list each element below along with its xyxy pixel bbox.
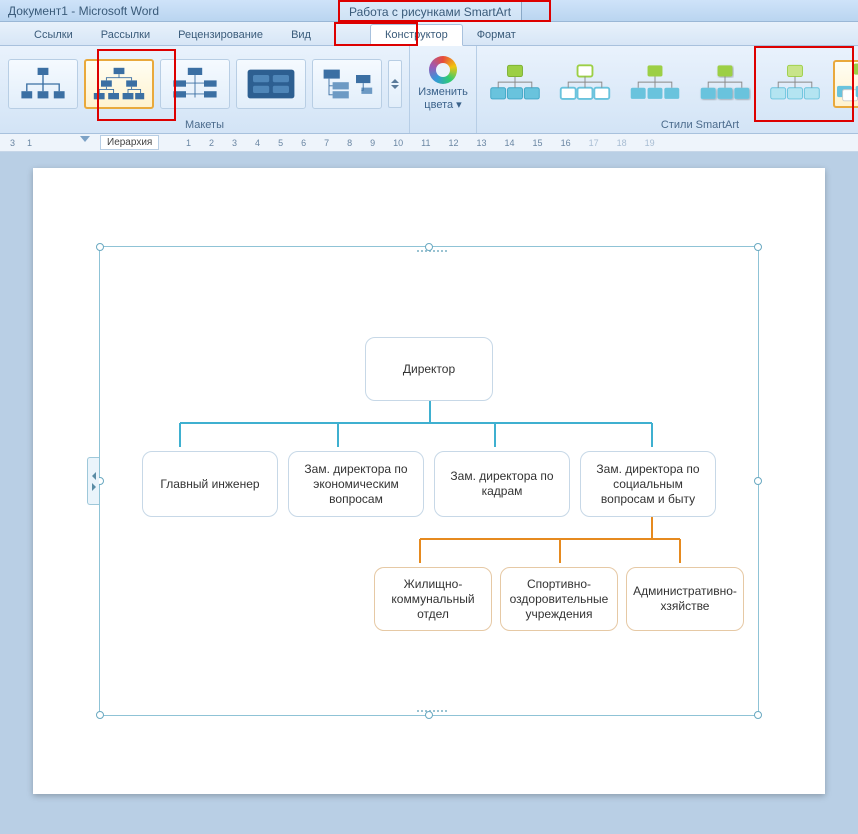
ribbon-group-colors: Изменить цвета ▾: [410, 46, 477, 133]
style-thumb-0[interactable]: [483, 60, 547, 108]
layouts-group-label: Макеты: [185, 117, 224, 131]
style-thumb-3[interactable]: [693, 60, 757, 108]
tab-view[interactable]: Вид: [277, 25, 325, 45]
ribbon-tabs: Ссылки Рассылки Рецензирование Вид Конст…: [0, 22, 858, 46]
contextual-tab-label: Работа с рисунками SmartArt: [338, 0, 522, 22]
layout-thumb-4[interactable]: [312, 59, 382, 109]
org-chart[interactable]: Директор Главный инженер Зам. директора …: [100, 247, 758, 715]
layouts-more-button[interactable]: [388, 60, 402, 108]
horizontal-ruler[interactable]: 31 Иерархия 1234567891011121314151617181…: [0, 134, 858, 152]
style-thumb-1[interactable]: [553, 60, 617, 108]
style-thumb-2[interactable]: [623, 60, 687, 108]
ruler-tooltip: Иерархия: [100, 135, 159, 150]
title-bar: Документ1 - Microsoft Word Работа с рису…: [0, 0, 858, 22]
org-node-level2[interactable]: Главный инженер: [142, 451, 278, 517]
tab-design[interactable]: Конструктор: [370, 24, 463, 46]
org-node-level2[interactable]: Зам. директора по экономическим вопросам: [288, 451, 424, 517]
tab-format[interactable]: Формат: [463, 25, 530, 45]
document-page[interactable]: Директор Главный инженер Зам. директора …: [33, 168, 825, 794]
workspace[interactable]: Директор Главный инженер Зам. директора …: [0, 152, 858, 834]
ribbon-group-layouts: Макеты: [0, 46, 410, 133]
org-node-level3[interactable]: Спортивно-оздоровительные учреждения: [500, 567, 618, 631]
style-thumb-4[interactable]: [763, 60, 827, 108]
styles-group-label: Стили SmartArt: [661, 117, 739, 131]
text-pane-toggle[interactable]: [87, 457, 99, 505]
document-title: Документ1 - Microsoft Word: [8, 4, 159, 18]
color-wheel-icon: [429, 56, 457, 84]
smartart-frame[interactable]: Директор Главный инженер Зам. директора …: [99, 246, 759, 716]
change-colors-label: Изменить цвета ▾: [418, 86, 468, 110]
layout-thumb-0[interactable]: [8, 59, 78, 109]
tab-references[interactable]: Ссылки: [20, 25, 87, 45]
layout-thumb-3[interactable]: [236, 59, 306, 109]
change-colors-button[interactable]: Изменить цвета ▾: [416, 52, 470, 114]
org-node-director[interactable]: Директор: [365, 337, 493, 401]
indent-marker-icon[interactable]: [80, 136, 90, 142]
org-node-level2[interactable]: Зам. директора по социальным вопросам и …: [580, 451, 716, 517]
layout-thumb-2[interactable]: [160, 59, 230, 109]
tab-review[interactable]: Рецензирование: [164, 25, 277, 45]
tab-mailings[interactable]: Рассылки: [87, 25, 164, 45]
org-node-level3[interactable]: Административно-хзяйстве: [626, 567, 744, 631]
ribbon: Макеты Изменить цвета ▾ Стили SmartArt: [0, 46, 858, 134]
layout-thumb-1[interactable]: [84, 59, 154, 109]
style-thumb-5[interactable]: [833, 60, 858, 108]
org-node-level2[interactable]: Зам. директора по кадрам: [434, 451, 570, 517]
org-node-level3[interactable]: Жилищно-коммунальный отдел: [374, 567, 492, 631]
ribbon-group-styles: Стили SmartArt: [477, 46, 858, 133]
